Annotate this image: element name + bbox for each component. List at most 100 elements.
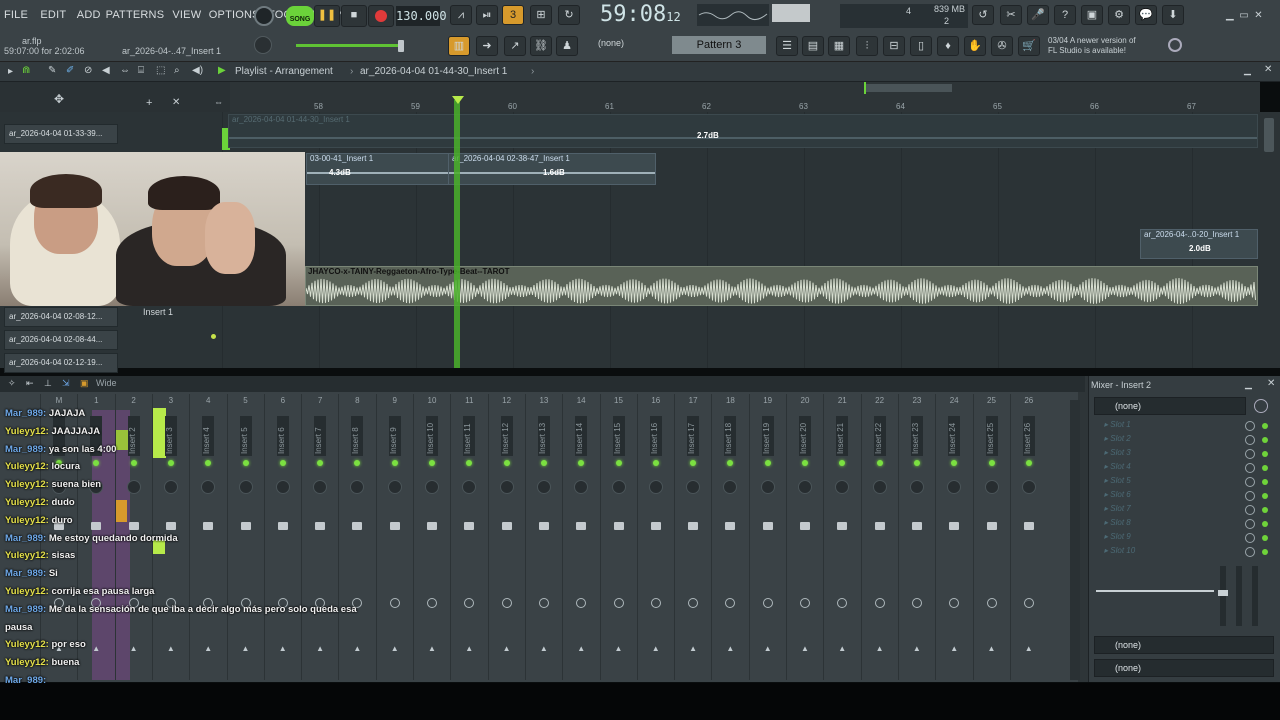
market-button[interactable]: 🛒 — [1018, 36, 1040, 56]
strip-volume-fader[interactable] — [538, 522, 549, 530]
strip-pan-knob[interactable] — [611, 480, 626, 494]
strip-volume-fader[interactable] — [613, 522, 624, 530]
update-notice[interactable]: 03/04 A newer version of FL Studio is av… — [1048, 36, 1136, 56]
song-mode-toggle[interactable]: SONG — [286, 6, 314, 26]
mixer-strip-23[interactable]: 23 Insert 23 ▲ — [897, 394, 934, 680]
strip-send-arrow-icon[interactable]: ▲ — [950, 644, 958, 653]
close-icon[interactable]: ✕ — [1254, 10, 1262, 21]
master-volume-handle[interactable] — [398, 40, 404, 52]
scroll-track-icon[interactable]: ⇔ — [214, 97, 223, 107]
mixer-scrollbar[interactable] — [1070, 400, 1080, 680]
strip-send-arrow-icon[interactable]: ▲ — [764, 644, 772, 653]
track-label[interactable]: ar_2026-04-04 02-08-44... — [4, 330, 118, 350]
effect-slot[interactable]: ▸ Slot 4 — [1104, 462, 1244, 471]
strip-enable-led[interactable] — [1025, 460, 1032, 466]
mixer-tool-icon[interactable]: ✧ — [8, 378, 16, 389]
strip-volume-fader[interactable] — [725, 522, 736, 530]
playlist-button[interactable]: ☰ — [776, 36, 798, 56]
strip-pan-knob[interactable] — [872, 480, 887, 494]
strip-send-arrow-icon[interactable]: ▲ — [540, 644, 548, 653]
strip-route-dial[interactable] — [800, 598, 810, 608]
mixer-strip-16[interactable]: 16 Insert 16 ▲ — [636, 394, 673, 680]
strip-volume-fader[interactable] — [874, 522, 885, 530]
strip-pan-knob[interactable] — [425, 480, 439, 494]
slot-mix-knob[interactable] — [1245, 491, 1255, 501]
strip-send-arrow-icon[interactable]: ▲ — [726, 644, 734, 653]
record-tool-button[interactable]: ✇ — [991, 36, 1013, 56]
menu-view[interactable]: VIEW — [172, 9, 201, 21]
strip-send-arrow-icon[interactable]: ▲ — [1025, 644, 1033, 653]
metronome-button[interactable]: ⩘ — [450, 5, 472, 25]
strip-send-arrow-icon[interactable]: ▲ — [689, 644, 697, 653]
countdown-button[interactable]: 3 — [502, 5, 524, 25]
slot-mix-knob[interactable] — [1245, 505, 1255, 515]
slip-icon[interactable]: ⇔ — [120, 65, 130, 76]
mixer-strip-25[interactable]: 25 Insert 25 ▲ — [972, 394, 1009, 680]
mixer-pin-icon[interactable]: ⊥ — [44, 378, 52, 389]
panel-close-icon[interactable]: ✕ — [1267, 378, 1275, 389]
slot-mix-knob[interactable] — [1245, 463, 1255, 473]
master-pitch-knob[interactable] — [254, 36, 272, 54]
menu-edit[interactable]: EDIT — [40, 9, 66, 21]
strip-enable-led[interactable] — [690, 460, 697, 466]
mixer-strip-11[interactable]: 11 Insert 11 ▲ — [450, 394, 486, 680]
strip-enable-led[interactable] — [429, 460, 435, 466]
channel-rack-button[interactable]: ▦ — [828, 36, 850, 56]
playback-icon[interactable]: ◀) — [192, 65, 203, 76]
effect-slot[interactable]: ▸ Slot 2 — [1104, 434, 1244, 443]
strip-send-arrow-icon[interactable]: ▲ — [615, 644, 623, 653]
strip-route-dial[interactable] — [576, 598, 587, 608]
strip-send-arrow-icon[interactable]: ▲ — [577, 644, 585, 653]
strip-send-arrow-icon[interactable]: ▲ — [876, 644, 884, 653]
strip-send-arrow-icon[interactable]: ▲ — [503, 644, 511, 653]
slot-mix-knob[interactable] — [1245, 477, 1255, 487]
menu-file[interactable]: FILE — [4, 9, 28, 21]
remove-track-icon[interactable]: ✕ — [172, 97, 180, 108]
strip-send-arrow-icon[interactable]: ▲ — [988, 644, 996, 653]
magnet-icon[interactable]: ⋒ — [22, 65, 30, 76]
strip-enable-led[interactable] — [540, 460, 547, 466]
clip-2[interactable]: 03-00-41_Insert 1 4.3dB — [306, 153, 452, 185]
add-track-icon[interactable]: + — [146, 97, 152, 109]
chat-button[interactable]: 💬 — [1135, 5, 1157, 25]
mixer-strip-13[interactable]: 13 Insert 13 ▲ — [524, 394, 561, 680]
touch-button[interactable]: ✋ — [964, 36, 986, 56]
update-icon[interactable] — [1168, 38, 1182, 52]
slot-enable-led[interactable] — [1262, 493, 1268, 499]
save-button[interactable]: ▣ — [1081, 5, 1103, 25]
playlist-scrollbar[interactable] — [1260, 112, 1280, 368]
mixer-strip-24[interactable]: 24 Insert 24 ▲ — [935, 394, 971, 680]
snap-button[interactable]: ↗ — [504, 36, 526, 56]
effect-slot[interactable]: ▸ Slot 3 — [1104, 448, 1244, 457]
strip-route-dial[interactable] — [538, 598, 549, 608]
play-arrow-icon[interactable]: ▸ — [8, 66, 13, 77]
effect-slot[interactable]: ▸ Slot 9 — [1104, 532, 1244, 541]
mixer-strip-15[interactable]: 15 Insert 15 ▲ — [599, 394, 636, 680]
loop-record-button[interactable]: ↻ — [558, 5, 580, 25]
strip-enable-led[interactable] — [727, 460, 734, 466]
mute-icon[interactable]: ◀ — [102, 65, 110, 76]
strip-volume-fader[interactable] — [576, 522, 587, 530]
strip-enable-led[interactable] — [503, 460, 510, 466]
panel-fader-3[interactable] — [1252, 566, 1258, 626]
mixer-strip-10[interactable]: 10 Insert 10 ▲ — [413, 394, 449, 680]
strip-send-arrow-icon[interactable]: ▲ — [465, 644, 473, 653]
stamp-button[interactable]: ♟ — [556, 36, 578, 56]
strip-send-arrow-icon[interactable]: ▲ — [913, 644, 921, 653]
strip-volume-fader[interactable] — [986, 522, 997, 530]
strip-pan-knob[interactable] — [686, 480, 701, 494]
strip-send-arrow-icon[interactable]: ▲ — [838, 644, 846, 653]
clip-1[interactable]: ar_2026-04-04 01-44-30_Insert 1 2.7dB — [228, 114, 1258, 148]
slot-enable-led[interactable] — [1262, 507, 1268, 513]
strip-enable-led[interactable] — [876, 460, 883, 466]
strip-pan-knob[interactable] — [499, 480, 514, 494]
menu-options[interactable]: OPTIONS — [209, 9, 260, 21]
slot-enable-led[interactable] — [1262, 437, 1268, 443]
mixer-strip-12[interactable]: 12 Insert 12 ▲ — [487, 394, 524, 680]
track-label[interactable]: ar_2026-04-04 02-08-12... — [4, 307, 118, 327]
slot-mix-knob[interactable] — [1245, 519, 1255, 529]
mixer-strip-14[interactable]: 14 Insert 14 ▲ — [562, 394, 598, 680]
slice-icon[interactable]: ⌸ — [138, 65, 144, 76]
loop-marker[interactable] — [866, 84, 952, 92]
strip-volume-fader[interactable] — [911, 522, 922, 530]
